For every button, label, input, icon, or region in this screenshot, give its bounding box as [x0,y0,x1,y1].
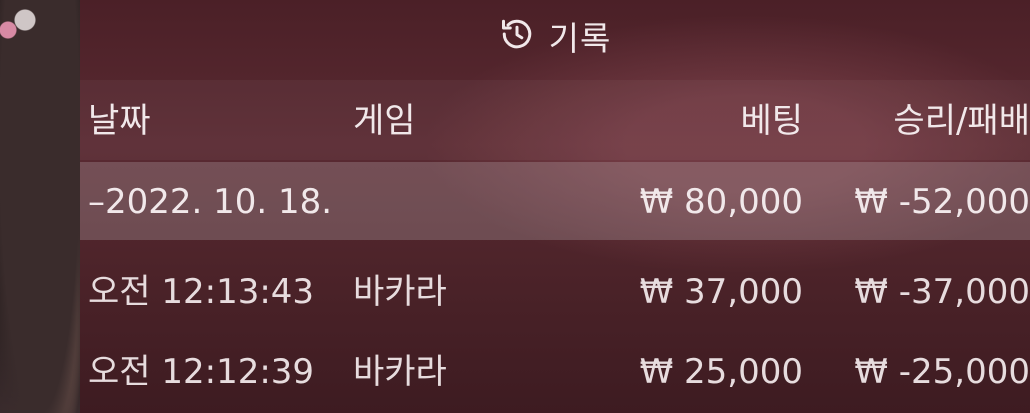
date-group-result-total: ₩ -52,000 [854,182,1030,222]
row-bet: ₩ 25,000 [639,352,803,392]
row-time: 오전 12:13:43 [88,272,315,312]
history-title: 기록 [548,19,612,58]
column-header-date: 날짜 [88,101,151,141]
row-result: ₩ -37,000 [854,272,1030,312]
table-row[interactable]: 오전 12:13:43 바카라 ₩ 37,000 ₩ -37,000 [80,252,1030,330]
row-game: 바카라 [353,272,447,312]
date-group-row[interactable]: –2022. 10. 18. ₩ 80,000 ₩ -52,000 [80,162,1030,240]
column-header-result: 승리/패배 [893,101,1030,141]
history-title-bar: 기록 [80,0,1030,72]
row-bet: ₩ 37,000 [639,272,803,312]
row-result: ₩ -25,000 [854,352,1030,392]
date-group-bet-total: ₩ 80,000 [639,182,803,222]
table-header: 날짜 게임 베팅 승리/패배 [80,80,1030,160]
history-panel: 기록 날짜 게임 베팅 승리/패배 –2022. 10. 18. ₩ 80,00… [80,0,1030,413]
history-icon [499,16,535,56]
table-row[interactable]: 오전 12:12:39 바카라 ₩ 25,000 ₩ -25,000 [80,332,1030,410]
video-feed-strip [0,0,80,413]
row-game: 바카라 [353,352,447,392]
date-group-label: –2022. 10. 18. [88,182,333,222]
column-header-game: 게임 [353,101,416,141]
column-header-bet: 베팅 [740,101,803,141]
row-time: 오전 12:12:39 [88,352,315,392]
